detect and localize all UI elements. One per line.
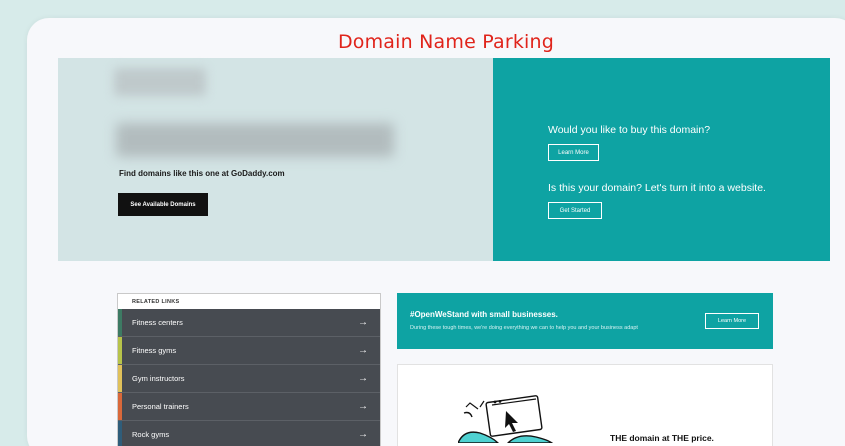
dotcom-illustration-icon bbox=[458, 395, 554, 443]
dotcom-tagline: THE domain at THE price. bbox=[610, 433, 714, 443]
blurred-domain-name bbox=[116, 123, 394, 157]
website-question: Is this your domain? Let's turn it into … bbox=[548, 182, 766, 194]
page-title: Domain Name Parking bbox=[337, 31, 555, 53]
promo-title: #OpenWeStand with small businesses. bbox=[410, 310, 558, 319]
hero-left-panel: Find domains like this one at GoDaddy.co… bbox=[58, 58, 493, 261]
get-started-button[interactable]: Get Started bbox=[548, 202, 602, 219]
related-link-label: Gym instructors bbox=[132, 374, 185, 383]
arrow-right-icon: → bbox=[358, 345, 368, 356]
find-domains-text: Find domains like this one at GoDaddy.co… bbox=[119, 169, 285, 178]
related-link-item[interactable]: Rock gyms → bbox=[118, 421, 380, 446]
dotcom-card: THE domain at THE price. bbox=[397, 364, 773, 446]
promo-subtitle: During these tough times, we're doing ev… bbox=[410, 325, 638, 331]
arrow-right-icon: → bbox=[358, 401, 368, 412]
related-link-label: Fitness centers bbox=[132, 318, 183, 327]
arrow-right-icon: → bbox=[358, 317, 368, 328]
related-link-label: Fitness gyms bbox=[132, 346, 177, 355]
related-link-item[interactable]: Fitness centers → bbox=[118, 309, 380, 337]
related-link-item[interactable]: Fitness gyms → bbox=[118, 337, 380, 365]
see-available-domains-button[interactable]: See Available Domains bbox=[118, 193, 208, 216]
openwestand-banner: #OpenWeStand with small businesses. Duri… bbox=[397, 293, 773, 349]
link-color-bar bbox=[118, 309, 122, 336]
promo-learn-more-button[interactable]: Learn More bbox=[705, 313, 759, 329]
related-link-label: Personal trainers bbox=[132, 402, 189, 411]
link-color-bar bbox=[118, 393, 122, 420]
link-color-bar bbox=[118, 421, 122, 446]
link-color-bar bbox=[118, 337, 122, 364]
buy-domain-question: Would you like to buy this domain? bbox=[548, 124, 711, 136]
blurred-domain-label bbox=[114, 68, 206, 96]
related-links-panel: RELATED LINKS Fitness centers → Fitness … bbox=[117, 293, 381, 446]
related-link-item[interactable]: Gym instructors → bbox=[118, 365, 380, 393]
arrow-right-icon: → bbox=[358, 373, 368, 384]
learn-more-button[interactable]: Learn More bbox=[548, 144, 599, 161]
hero-right-panel: Would you like to buy this domain? Learn… bbox=[493, 58, 830, 261]
related-link-item[interactable]: Personal trainers → bbox=[118, 393, 380, 421]
arrow-right-icon: → bbox=[358, 429, 368, 440]
related-links-title: RELATED LINKS bbox=[132, 299, 180, 305]
related-link-label: Rock gyms bbox=[132, 430, 170, 439]
link-color-bar bbox=[118, 365, 122, 392]
